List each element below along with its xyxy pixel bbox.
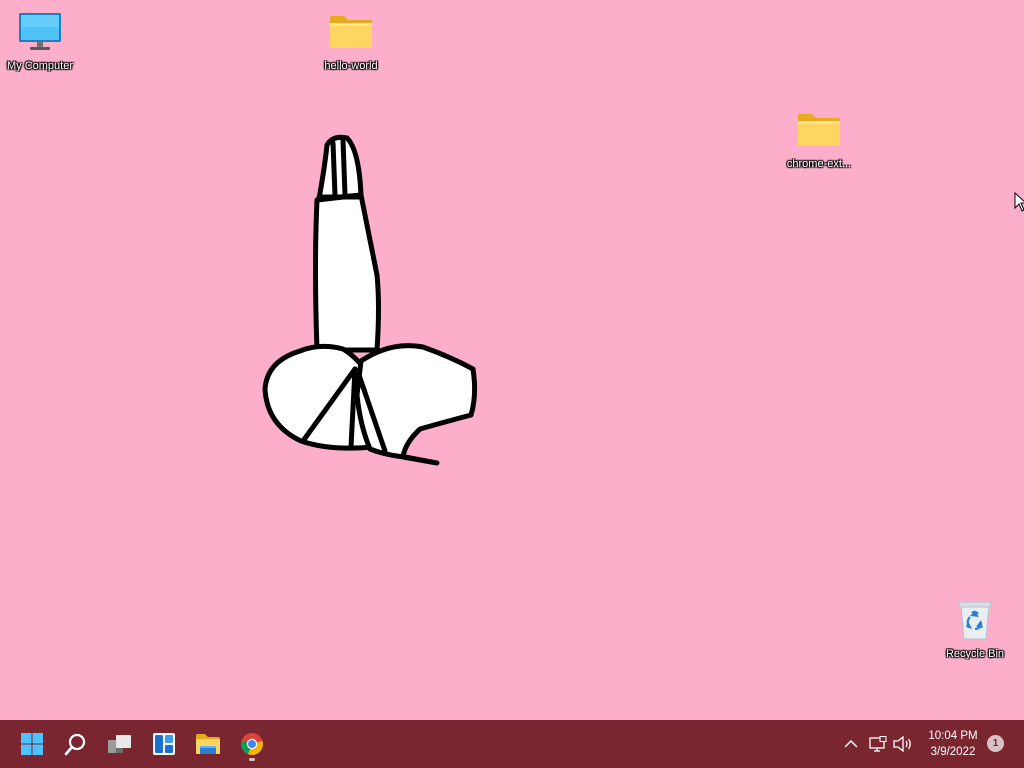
- network-icon: [869, 736, 887, 752]
- wallpaper-doodle: [262, 134, 478, 466]
- desktop: My Computer hello-world chrome-ext... Re…: [0, 0, 1024, 720]
- notification-badge[interactable]: 1: [987, 735, 1004, 752]
- task-view-button[interactable]: [102, 726, 138, 762]
- chrome-icon: [241, 733, 263, 756]
- desktop-icon-my-computer[interactable]: My Computer: [0, 10, 80, 72]
- desktop-icon-label: hello-world: [324, 60, 378, 72]
- desktop-icon-label: My Computer: [6, 60, 74, 72]
- file-explorer-button[interactable]: [190, 726, 226, 762]
- clock-time: 10:04 PM: [928, 730, 978, 742]
- folder-icon: [798, 114, 840, 146]
- desktop-icon-label: Recycle Bin: [945, 648, 1005, 660]
- desktop-icon-hello-world[interactable]: hello-world: [311, 10, 391, 72]
- volume-icon: [893, 736, 911, 752]
- mouse-cursor-icon: [1014, 192, 1024, 212]
- search-icon: [64, 733, 86, 756]
- taskbar: 10:04 PM 3/9/2022 1: [0, 720, 1024, 768]
- widgets-icon: [153, 733, 175, 755]
- chevron-up-icon: [844, 739, 858, 748]
- running-indicator: [249, 758, 255, 761]
- desktop-icon-recycle-bin[interactable]: Recycle Bin: [935, 598, 1015, 660]
- desktop-icon-chrome-extension[interactable]: chrome-ext...: [779, 108, 859, 170]
- widgets-button[interactable]: [146, 726, 182, 762]
- monitor-icon: [19, 13, 61, 50]
- network-button[interactable]: [867, 732, 889, 756]
- clock-date: 3/9/2022: [930, 746, 976, 758]
- task-view-icon: [108, 735, 131, 753]
- windows-start-icon: [21, 733, 43, 755]
- show-hidden-icons-button[interactable]: [840, 732, 862, 756]
- folder-icon: [330, 16, 372, 48]
- chrome-button[interactable]: [234, 726, 270, 762]
- search-button[interactable]: [58, 726, 94, 762]
- start-button[interactable]: [14, 726, 50, 762]
- desktop-icon-label: chrome-ext...: [786, 158, 852, 170]
- recycle-bin-icon: [958, 601, 992, 640]
- file-explorer-icon: [196, 734, 220, 754]
- system-clock[interactable]: 10:04 PM 3/9/2022: [922, 728, 984, 760]
- volume-button[interactable]: [892, 732, 914, 756]
